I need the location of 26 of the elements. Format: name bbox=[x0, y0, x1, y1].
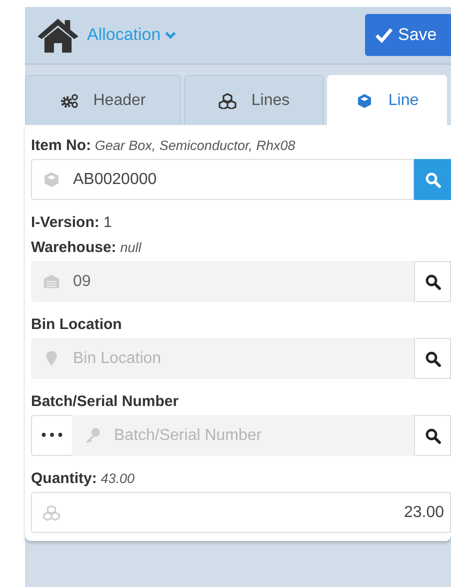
input-field[interactable]: 23.00 bbox=[31, 492, 451, 533]
key-icon bbox=[84, 427, 101, 444]
field-label: Batch/Serial Number bbox=[31, 393, 180, 410]
gears-icon bbox=[60, 92, 80, 108]
cube-icon bbox=[43, 171, 60, 188]
save-button[interactable]: Save bbox=[365, 14, 451, 56]
tab[interactable]: Line bbox=[327, 75, 447, 125]
search-icon bbox=[424, 274, 440, 290]
field-label: Item No: Gear Box, Semiconductor, Rhx08 bbox=[31, 137, 296, 154]
tab[interactable]: Lines bbox=[184, 75, 324, 125]
check-icon bbox=[375, 27, 393, 43]
map-pin-icon bbox=[43, 350, 60, 367]
search-icon bbox=[424, 172, 440, 188]
search-icon bbox=[424, 428, 440, 444]
field-label: Bin Location bbox=[31, 316, 123, 333]
field-label: I-Version: 1 bbox=[31, 214, 113, 231]
field-label: Warehouse: null bbox=[31, 239, 142, 256]
cubes-icon bbox=[43, 504, 60, 521]
input-field[interactable]: AB0020000 bbox=[31, 159, 414, 200]
field-label: Quantity: 43.00 bbox=[31, 470, 136, 487]
cubes-icon bbox=[218, 92, 238, 108]
tab[interactable]: Header bbox=[25, 75, 181, 125]
warehouse-icon bbox=[43, 273, 60, 290]
home-icon[interactable] bbox=[35, 16, 81, 54]
search-icon bbox=[424, 350, 440, 366]
chevron-down-icon bbox=[164, 30, 176, 40]
